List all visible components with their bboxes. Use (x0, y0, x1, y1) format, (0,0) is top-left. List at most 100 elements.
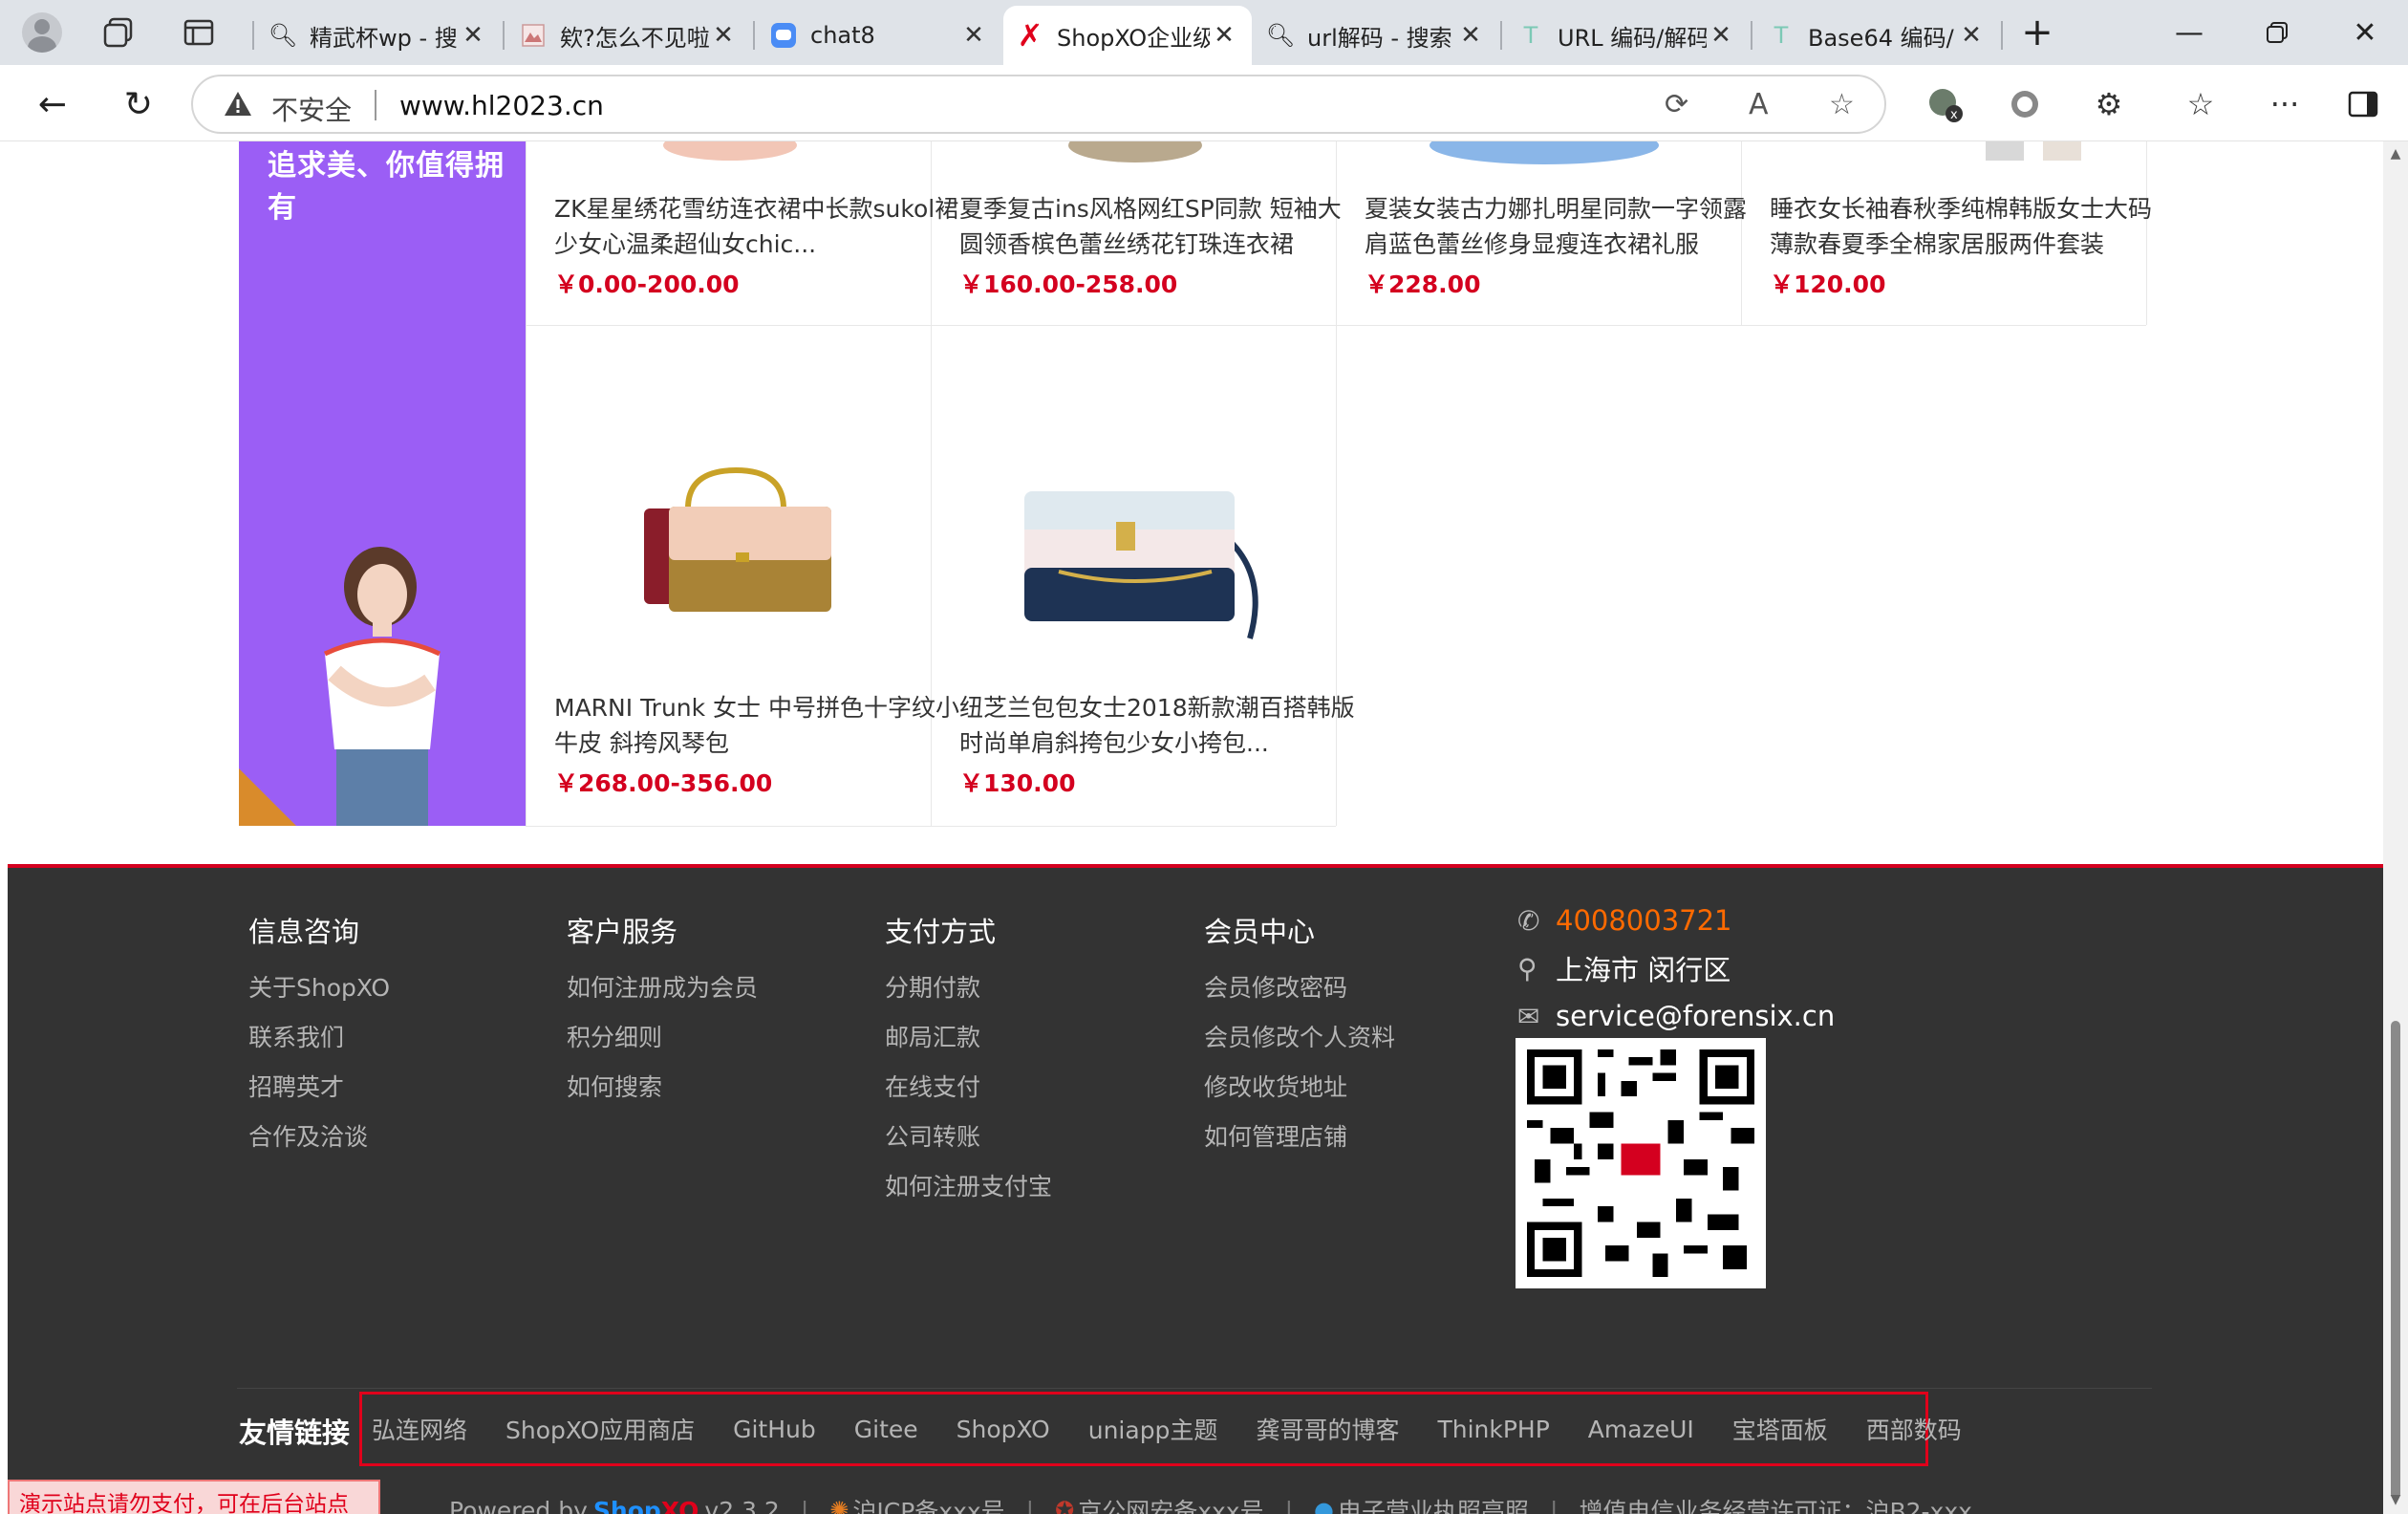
footer-column-payment: 支付方式 分期付款 邮局汇款 在线支付 公司转账 如何注册支付宝 (885, 910, 1052, 1212)
footer-link[interactable]: 联系我们 (248, 1013, 390, 1063)
tab-6[interactable]: T Base64 编码/ ✕ (1754, 6, 1999, 65)
minimize-icon[interactable]: — (2156, 10, 2223, 55)
product-name[interactable]: 夏装女装古力娜扎明星同款一字领露肩蓝色蕾丝修身显瘦连衣裙礼服 (1365, 191, 1770, 262)
product-card[interactable]: ZK星星绣花雪纺连衣裙中长款sukol裙少女心温柔超仙女chic... ￥0.0… (554, 191, 959, 300)
back-icon[interactable]: ← (29, 80, 76, 128)
friend-link[interactable]: GitHub (733, 1416, 816, 1443)
friend-link[interactable]: uniapp主题 (1088, 1412, 1218, 1446)
product-image-pajamas[interactable] (1976, 141, 2091, 164)
refresh-icon[interactable]: ↻ (115, 80, 162, 128)
friend-link[interactable]: 龚哥哥的博客 (1256, 1412, 1399, 1446)
product-image-dress-blue[interactable] (1420, 141, 1668, 168)
friend-link[interactable]: 宝塔面板 (1732, 1412, 1828, 1446)
close-icon[interactable]: ✕ (959, 21, 988, 50)
product-name[interactable]: 睡衣女长袖春秋季纯棉韩版女士大码薄款春夏季全棉家居服两件套装 (1770, 191, 2175, 262)
police-badge-icon: ✪ (1055, 1497, 1075, 1514)
friend-link[interactable]: ThinkPHP (1437, 1416, 1549, 1443)
footer-link[interactable]: 会员修改密码 (1204, 963, 1395, 1013)
close-icon[interactable]: ✕ (1210, 21, 1238, 50)
footer-link[interactable]: 关于ShopXO (248, 963, 390, 1013)
friend-link[interactable]: ShopXO应用商店 (505, 1412, 695, 1446)
friend-link[interactable]: 西部数码 (1866, 1412, 1962, 1446)
contact-phone[interactable]: 4008003721 (1556, 904, 1732, 937)
favorite-star-icon[interactable]: ☆ (1829, 88, 1855, 121)
footer-link[interactable]: 会员修改个人资料 (1204, 1013, 1395, 1063)
read-aloud-icon[interactable]: A (1749, 88, 1769, 121)
product-card[interactable]: 睡衣女长袖春秋季纯棉韩版女士大码薄款春夏季全棉家居服两件套装 ￥120.00 (1770, 191, 2175, 300)
friend-link[interactable]: 弘连网络 (372, 1412, 467, 1446)
tab-0[interactable]: 🔍︎ 精武杯wp - 搜索 ✕ (256, 6, 501, 65)
vertical-tabs-icon[interactable] (176, 10, 222, 55)
footer-link[interactable]: 招聘英才 (248, 1063, 390, 1113)
footer-link[interactable]: 修改收货地址 (1204, 1063, 1395, 1113)
friend-link[interactable]: ShopXO (957, 1416, 1050, 1443)
footer-column-info: 信息咨询 关于ShopXO 联系我们 招聘英才 合作及洽谈 (248, 910, 390, 1162)
close-icon[interactable]: ✕ (1957, 21, 1986, 50)
footer-link[interactable]: 如何管理店铺 (1204, 1113, 1395, 1162)
footer-link[interactable]: 如何搜索 (567, 1063, 758, 1113)
product-image-dress-lace[interactable] (1059, 141, 1212, 166)
profile-avatar[interactable] (19, 10, 65, 55)
footer-link[interactable]: 分期付款 (885, 963, 1052, 1013)
product-name[interactable]: 纽芝兰包包女士2018新款潮百搭韩版时尚单肩斜挎包少女小挎包... (959, 690, 1365, 761)
scroll-up-icon[interactable]: ▲ (2389, 147, 2402, 161)
new-tab-icon[interactable]: + (2014, 10, 2060, 55)
restore-icon[interactable] (2244, 10, 2311, 55)
product-image-dress-pink[interactable] (654, 141, 806, 164)
product-name[interactable]: 夏季复古ins风格网红SP同款 短袖大圆领香槟色蕾丝绣花钉珠连衣裙 (959, 191, 1365, 262)
scroll-thumb[interactable] (2391, 1021, 2400, 1499)
footer-link[interactable]: 公司转账 (885, 1113, 1052, 1162)
tab-1[interactable]: 欸?怎么不见啦 ✕ (506, 6, 751, 65)
sidebar-icon[interactable] (2339, 80, 2387, 128)
telecom-license-link[interactable]: 增值电信业务经营许可证：沪B2-xxx (1579, 1493, 1971, 1514)
shopxo-brand-link[interactable]: ShopXO (593, 1497, 699, 1514)
contact-email[interactable]: service@forensix.cn (1556, 1000, 1835, 1032)
footer-column-title: 客户服务 (567, 916, 678, 948)
model-photo (323, 547, 441, 826)
promo-banner[interactable]: 追求美、你值得拥有 (239, 141, 526, 826)
tab-4[interactable]: 🔍︎ url解码 - 搜索 ✕ (1254, 6, 1498, 65)
tab-3-active[interactable]: ✗ ShopXO企业级 ✕ (1003, 6, 1252, 65)
close-icon[interactable]: ✕ (1456, 21, 1485, 50)
footer-link[interactable]: 在线支付 (885, 1063, 1052, 1113)
extension-icon[interactable]: x (1921, 80, 1968, 128)
footer-link[interactable]: 邮局汇款 (885, 1013, 1052, 1063)
close-icon[interactable]: ✕ (459, 21, 487, 50)
product-card[interactable]: MARNI Trunk 女士 中号拼色十字纹小牛皮 斜挎风琴包 ￥268.00-… (554, 690, 959, 799)
footer-link[interactable]: 积分细则 (567, 1013, 758, 1063)
friend-links: 弘连网络 ShopXO应用商店 GitHub Gitee ShopXO unia… (359, 1392, 1962, 1466)
tab-5[interactable]: T URL 编码/解码 ✕ (1504, 6, 1749, 65)
favorites-icon[interactable]: ☆ (2177, 80, 2225, 128)
url-text[interactable]: www.hl2023.cn (399, 90, 604, 121)
address-bar[interactable]: 不安全 www.hl2023.cn ⟳ A ☆ (191, 75, 1886, 134)
product-name[interactable]: ZK星星绣花雪纺连衣裙中长款sukol裙少女心温柔超仙女chic... (554, 191, 959, 262)
product-name[interactable]: MARNI Trunk 女士 中号拼色十字纹小牛皮 斜挎风琴包 (554, 690, 959, 761)
police-link[interactable]: 京公网安备xxx号 (1078, 1493, 1263, 1514)
window-close-icon[interactable]: ✕ (2332, 10, 2398, 55)
close-icon[interactable]: ✕ (1707, 21, 1735, 50)
record-icon[interactable] (2001, 80, 2049, 128)
friend-links-label: 友情链接 (239, 1417, 351, 1449)
product-card[interactable]: 夏装女装古力娜扎明星同款一字领露肩蓝色蕾丝修身显瘦连衣裙礼服 ￥228.00 (1365, 191, 1770, 300)
icp-link[interactable]: 沪ICP备xxx号 (852, 1493, 1004, 1514)
footer-link[interactable]: 如何注册成为会员 (567, 963, 758, 1013)
location-pin-icon: ⚲ (1517, 952, 1537, 984)
scroll-down-icon[interactable]: ▼ (2389, 1493, 2402, 1506)
translate-icon[interactable]: ⟳ (1665, 88, 1688, 121)
more-icon[interactable]: ··· (2261, 80, 2309, 128)
close-icon[interactable]: ✕ (709, 21, 738, 50)
footer-link[interactable]: 如何注册支付宝 (885, 1162, 1052, 1212)
collections-icon[interactable] (96, 10, 141, 55)
product-card[interactable]: 纽芝兰包包女士2018新款潮百搭韩版时尚单肩斜挎包少女小挎包... ￥130.0… (959, 690, 1365, 799)
license-link[interactable]: 电子营业执照亮照 (1338, 1493, 1529, 1514)
friend-link[interactable]: Gitee (854, 1416, 918, 1443)
product-card[interactable]: 夏季复古ins风格网红SP同款 短袖大圆领香槟色蕾丝绣花钉珠连衣裙 ￥160.0… (959, 191, 1365, 300)
tab-2[interactable]: chat8 ✕ (757, 6, 1001, 65)
footer-link[interactable]: 合作及洽谈 (248, 1113, 390, 1162)
product-image-bag-marni[interactable] (631, 461, 841, 623)
tab-title: Base64 编码/ (1808, 24, 1954, 52)
page-scrollbar[interactable]: ▲ ▼ (2383, 141, 2408, 1514)
friend-link[interactable]: AmazeUI (1588, 1416, 1694, 1443)
extensions-puzzle-icon[interactable]: ⚙ (2085, 80, 2133, 128)
product-image-bag-nucelle[interactable] (1001, 476, 1288, 648)
